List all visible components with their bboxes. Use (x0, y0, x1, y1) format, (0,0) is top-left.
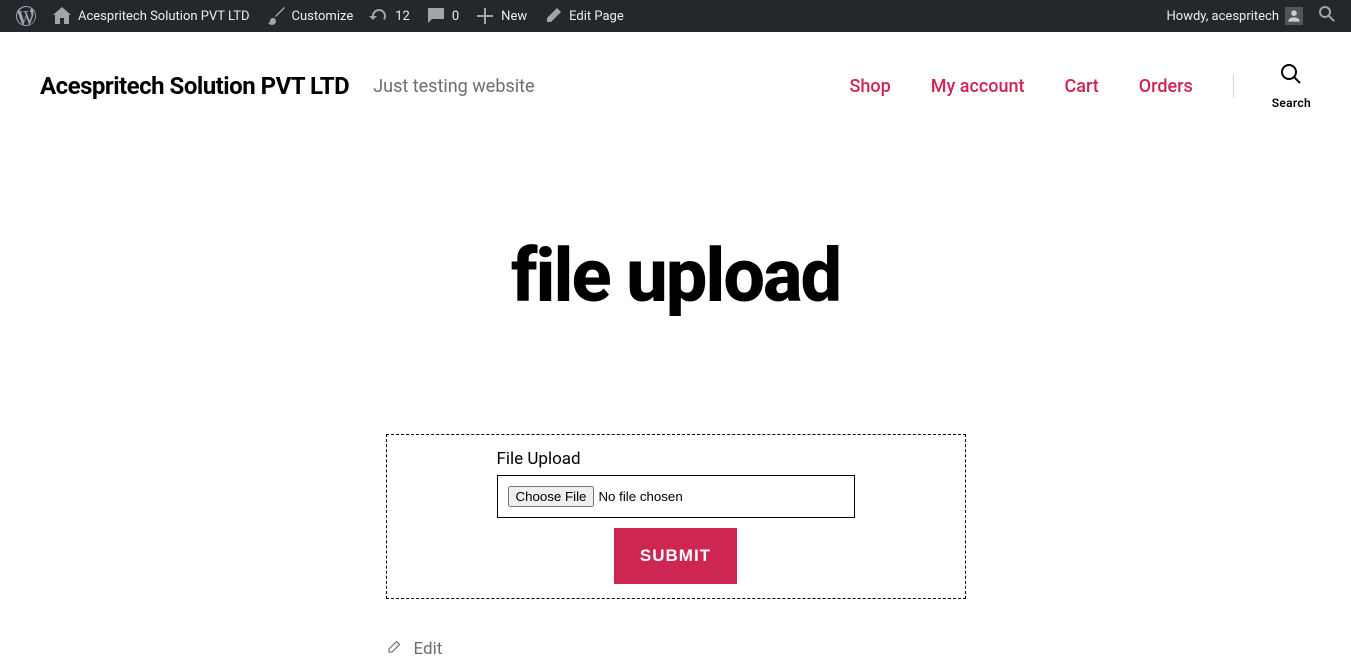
avatar-icon (1285, 7, 1303, 25)
brush-icon (266, 6, 286, 26)
pencil-icon (543, 6, 563, 26)
customize-label: Customize (292, 9, 354, 24)
search-label: Search (1272, 96, 1311, 110)
comments-menu[interactable]: 0 (418, 0, 467, 32)
edit-label: Edit (414, 639, 443, 659)
wp-logo-menu[interactable] (8, 0, 44, 32)
home-icon (52, 6, 72, 26)
howdy-account[interactable]: Howdy, acespritech (1159, 0, 1312, 32)
plus-icon (475, 6, 495, 26)
site-name-menu[interactable]: Acespritech Solution PVT LTD (44, 0, 258, 32)
search-toggle[interactable]: Search (1272, 62, 1311, 110)
admin-bar-left: Acespritech Solution PVT LTD Customize 1… (8, 0, 632, 32)
file-input-wrap (497, 475, 855, 518)
file-upload-label: File Upload (497, 449, 855, 469)
edit-page-menu[interactable]: Edit Page (535, 0, 632, 32)
wp-admin-bar: Acespritech Solution PVT LTD Customize 1… (0, 0, 1351, 32)
new-label: New (501, 9, 527, 24)
nav-my-account[interactable]: My account (931, 76, 1025, 97)
updates-menu[interactable]: 12 (361, 0, 418, 32)
admin-site-name: Acespritech Solution PVT LTD (78, 9, 250, 24)
file-input[interactable] (508, 486, 760, 507)
edit-page-label: Edit Page (569, 9, 624, 24)
submit-button[interactable]: SUBMIT (614, 528, 737, 584)
wordpress-icon (16, 6, 36, 26)
comment-icon (426, 6, 446, 26)
edit-icon (386, 637, 414, 660)
customize-menu[interactable]: Customize (258, 0, 362, 32)
nav-cart[interactable]: Cart (1065, 76, 1099, 97)
edit-link[interactable]: Edit (386, 637, 966, 660)
page-title: file upload (386, 240, 966, 314)
primary-nav: Shop My account Cart Orders Search (810, 62, 1311, 110)
site-title[interactable]: Acespritech Solution PVT LTD (40, 72, 349, 100)
updates-icon (369, 6, 389, 26)
updates-count: 12 (395, 9, 410, 24)
howdy-text: Howdy, acespritech (1167, 9, 1280, 24)
comments-count: 0 (452, 9, 459, 24)
admin-bar-right: Howdy, acespritech (1159, 0, 1344, 32)
nav-divider (1233, 74, 1234, 98)
nav-shop[interactable]: Shop (850, 76, 891, 97)
upload-form-container: File Upload SUBMIT (386, 434, 966, 599)
search-icon (1279, 71, 1303, 90)
site-header: Acespritech Solution PVT LTD Just testin… (0, 32, 1351, 140)
new-content-menu[interactable]: New (467, 0, 535, 32)
site-tagline: Just testing website (373, 76, 534, 97)
admin-search[interactable] (1311, 4, 1343, 28)
nav-orders[interactable]: Orders (1139, 76, 1193, 97)
page-content: file upload File Upload SUBMIT Edit (386, 140, 966, 660)
search-icon (1317, 13, 1337, 28)
